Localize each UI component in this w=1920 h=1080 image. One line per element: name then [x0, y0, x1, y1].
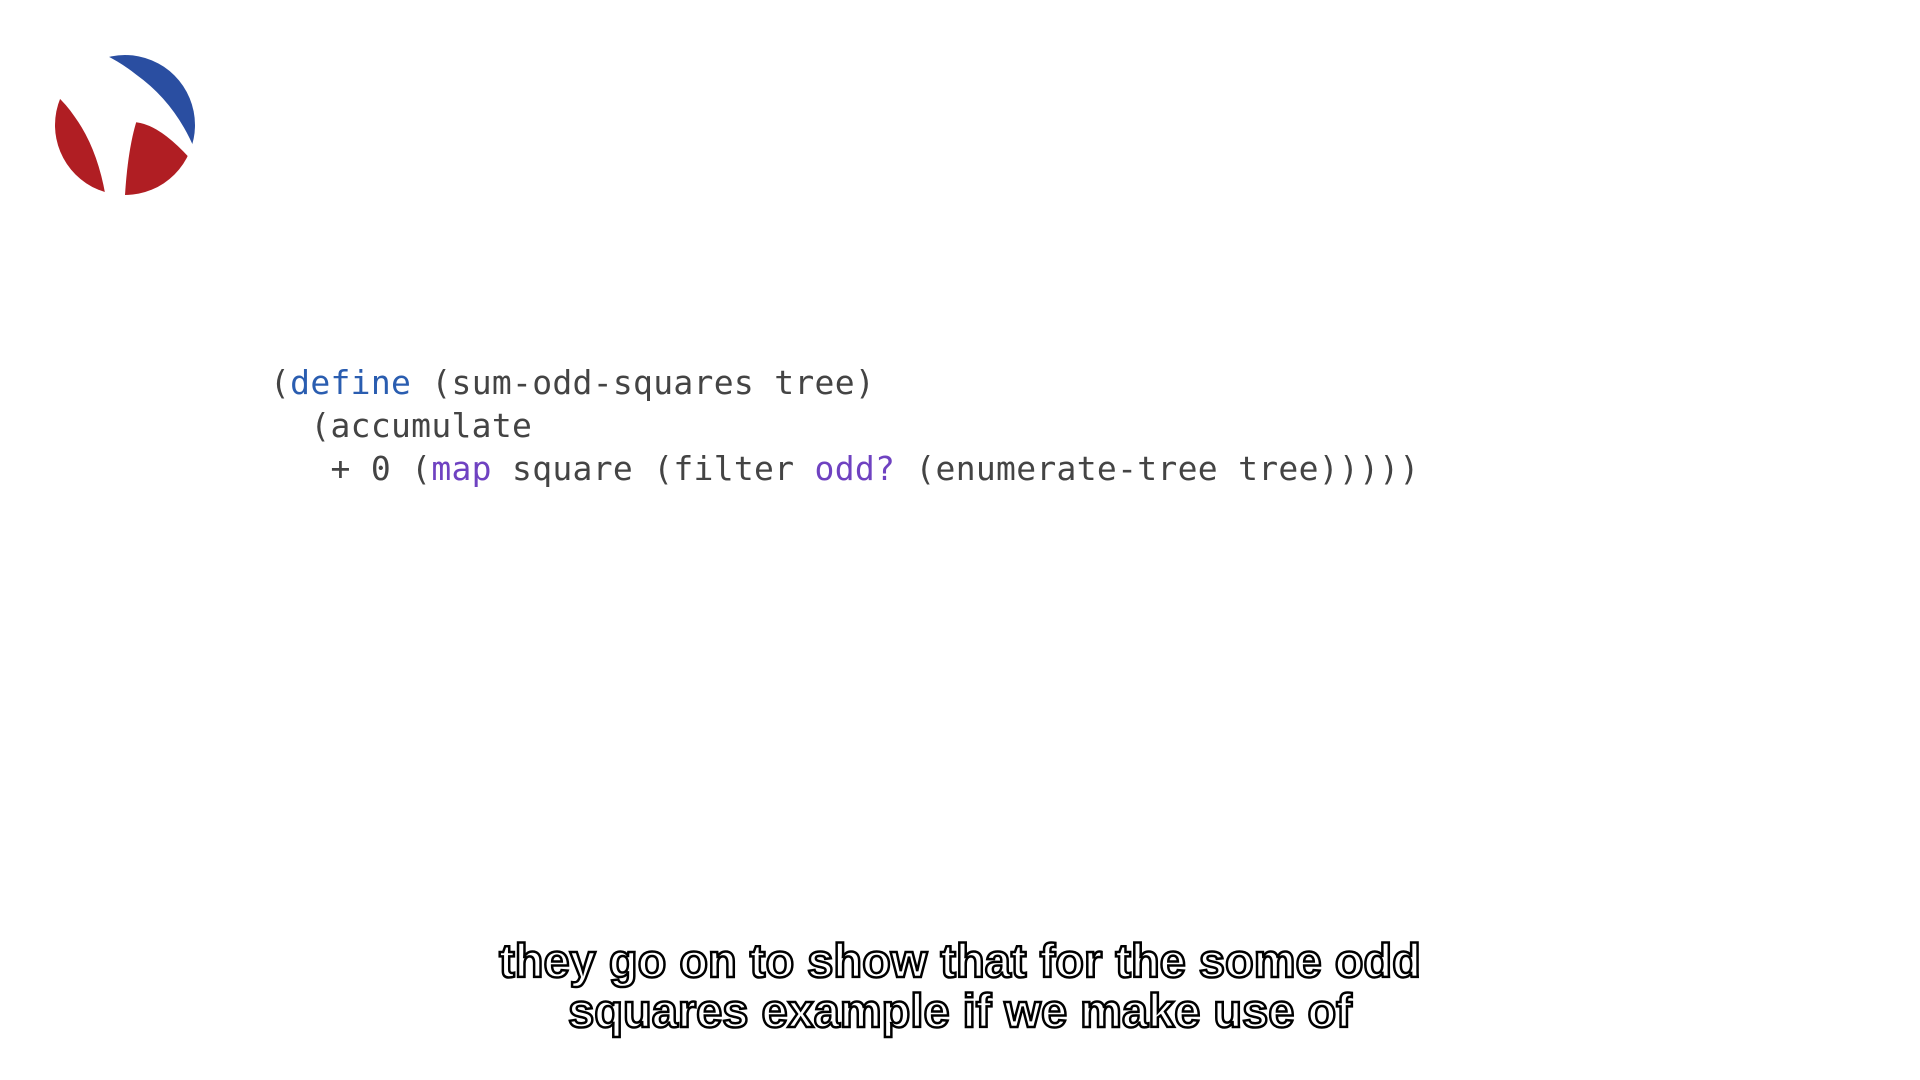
keyword-define: define: [290, 363, 411, 402]
video-subtitle: they go on to show that for the some odd…: [499, 936, 1421, 1035]
code-line-2: (accumulate: [270, 406, 532, 445]
code-line-3: + 0 (map square (filter odd? (enumerate-…: [270, 449, 1420, 488]
code-line-1: (define (sum-odd-squares tree): [270, 363, 875, 402]
racket-logo: [55, 55, 195, 195]
subtitle-line-2: squares example if we make use of: [499, 986, 1421, 1035]
code-snippet: (define (sum-odd-squares tree) (accumula…: [270, 362, 1420, 491]
keyword-map: map: [431, 449, 492, 488]
keyword-odd: odd?: [815, 449, 896, 488]
subtitle-line-1: they go on to show that for the some odd: [499, 936, 1421, 985]
